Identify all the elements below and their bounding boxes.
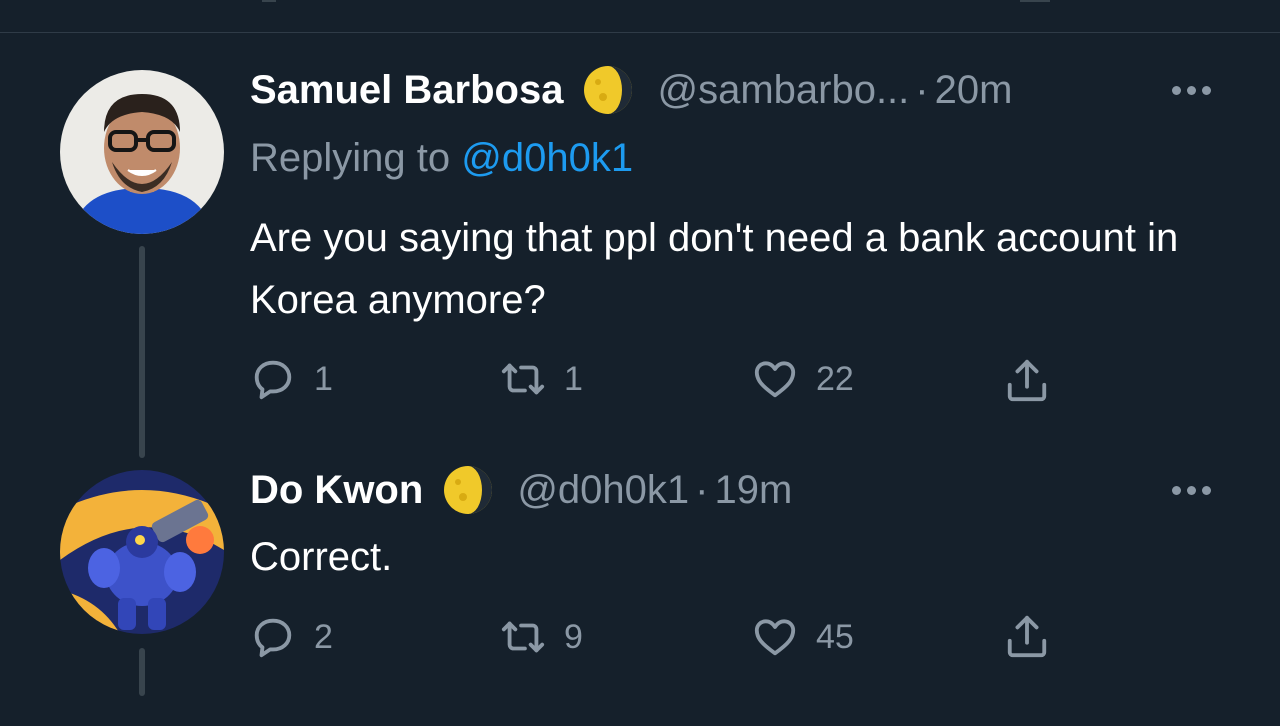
reply-button[interactable]: 2 bbox=[250, 614, 333, 660]
reply-icon bbox=[254, 618, 292, 658]
top-edge-fragment bbox=[1020, 0, 1050, 2]
author-handle[interactable]: @d0h0k1 bbox=[517, 468, 689, 513]
thread-line bbox=[139, 648, 145, 696]
retweet-button[interactable]: 1 bbox=[500, 356, 583, 402]
heart-icon bbox=[754, 361, 796, 398]
moon-badge-icon bbox=[579, 64, 637, 116]
separator: · bbox=[915, 67, 929, 112]
author-handle[interactable]: @sambarbo... bbox=[657, 68, 909, 113]
avatar[interactable] bbox=[60, 470, 224, 634]
like-button[interactable]: 22 bbox=[752, 356, 854, 402]
share-button[interactable] bbox=[1004, 358, 1050, 404]
thread-line bbox=[139, 246, 145, 458]
top-edge-fragment bbox=[262, 0, 276, 2]
reply-icon bbox=[254, 360, 292, 400]
retweet-count: 9 bbox=[564, 617, 583, 656]
retweet-button[interactable]: 9 bbox=[500, 614, 583, 660]
replying-to: Replying to @d0h0k1 bbox=[250, 136, 633, 181]
more-options-icon[interactable] bbox=[1172, 486, 1211, 495]
retweet-icon bbox=[501, 363, 545, 395]
timestamp[interactable]: 20m bbox=[935, 68, 1013, 113]
author-name[interactable]: Samuel Barbosa bbox=[250, 68, 563, 113]
heart-icon bbox=[754, 619, 796, 656]
timestamp[interactable]: 19m bbox=[714, 468, 792, 513]
tweet-header: Samuel Barbosa @sambarbo... · 20m bbox=[250, 64, 1012, 116]
moon-badge-icon bbox=[439, 464, 497, 516]
share-icon bbox=[1007, 615, 1047, 658]
like-count: 22 bbox=[816, 359, 854, 398]
top-divider bbox=[0, 32, 1280, 33]
reply-count: 2 bbox=[314, 617, 333, 656]
retweet-icon bbox=[501, 621, 545, 653]
reply-button[interactable]: 1 bbox=[250, 356, 333, 402]
retweet-count: 1 bbox=[564, 359, 583, 398]
tweet-text: Correct. bbox=[250, 535, 393, 579]
avatar[interactable] bbox=[60, 70, 224, 234]
share-icon bbox=[1007, 359, 1047, 402]
separator: · bbox=[695, 467, 709, 512]
like-button[interactable]: 45 bbox=[752, 614, 854, 660]
tweet-header: Do Kwon @d0h0k1 · 19m bbox=[250, 464, 792, 516]
author-name[interactable]: Do Kwon bbox=[250, 468, 423, 513]
share-button[interactable] bbox=[1004, 614, 1050, 660]
tweet-text: Are you saying that ppl don't need a ban… bbox=[250, 216, 1179, 322]
more-options-icon[interactable] bbox=[1172, 86, 1211, 95]
replying-to-label: Replying to bbox=[250, 136, 462, 180]
mention-link[interactable]: @d0h0k1 bbox=[461, 136, 633, 180]
like-count: 45 bbox=[816, 617, 854, 656]
reply-count: 1 bbox=[314, 359, 333, 398]
